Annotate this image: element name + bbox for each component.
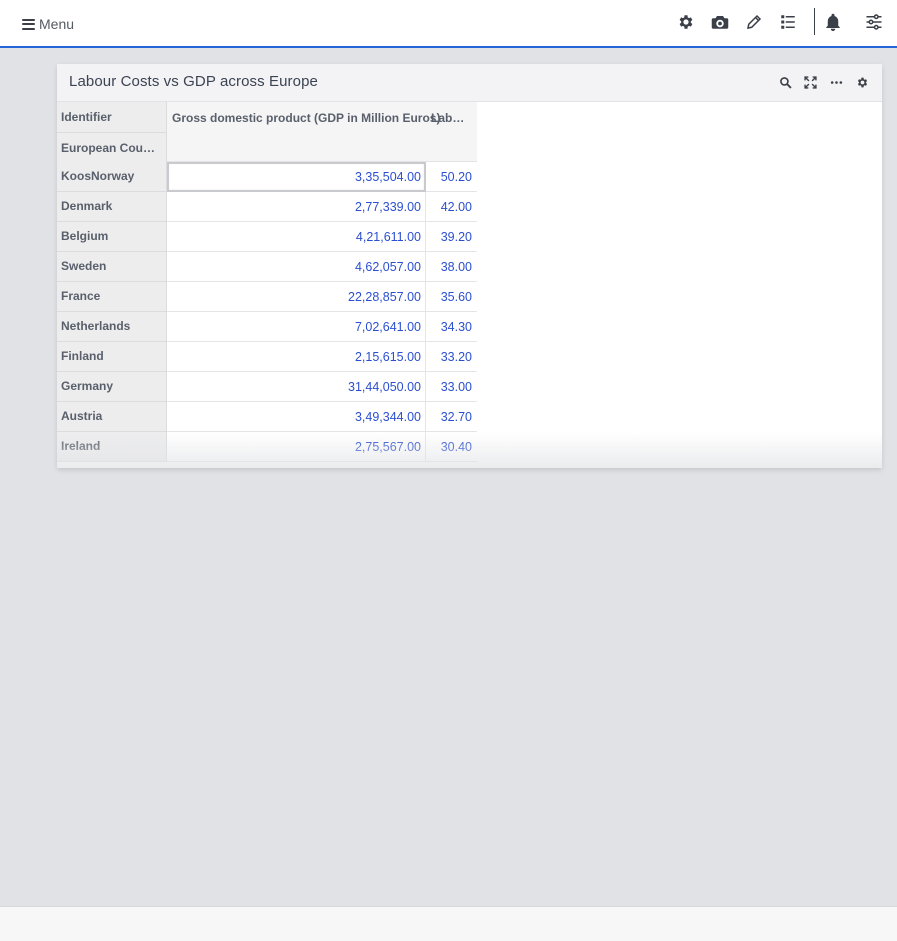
gdp-cell[interactable]: 7,02,641.00 xyxy=(167,312,426,342)
panel-header: Labour Costs vs GDP across Europe xyxy=(57,64,882,102)
bell-icon[interactable] xyxy=(822,11,844,33)
gdp-cell[interactable]: 2,75,567.00 xyxy=(167,432,426,462)
table-row[interactable]: KoosNorway 3,35,504.00 50.20 xyxy=(57,162,477,192)
labour-cost-cell[interactable]: 33.00 xyxy=(426,372,477,402)
list-icon[interactable] xyxy=(777,11,799,33)
labour-cost-cell[interactable]: 38.00 xyxy=(426,252,477,282)
row-country-label[interactable]: Ireland xyxy=(57,432,167,462)
row-country-label[interactable]: KoosNorway xyxy=(57,162,167,192)
row-header-block: Identifier European Countri… xyxy=(57,102,167,162)
table-row[interactable]: Belgium 4,21,611.00 39.20 xyxy=(57,222,477,252)
row-country-label[interactable]: Sweden xyxy=(57,252,167,282)
sliders-icon[interactable] xyxy=(863,11,885,33)
menu-button[interactable]: Menu xyxy=(22,14,74,34)
panel-title: Labour Costs vs GDP across Europe xyxy=(69,73,318,90)
bottom-bar xyxy=(0,906,897,941)
labour-cost-cell[interactable]: 42.00 xyxy=(426,192,477,222)
pencil-icon[interactable] xyxy=(743,11,765,33)
top-bar: Menu xyxy=(0,0,897,48)
identifier-header[interactable]: Identifier xyxy=(61,110,161,124)
table-row[interactable]: Sweden 4,62,057.00 38.00 xyxy=(57,252,477,282)
search-icon[interactable] xyxy=(776,73,794,91)
settings-icon[interactable] xyxy=(853,73,871,91)
gdp-cell[interactable]: 3,35,504.00 xyxy=(167,162,426,192)
table-row[interactable]: Austria 3,49,344.00 32.70 xyxy=(57,402,477,432)
camera-icon[interactable] xyxy=(709,11,731,33)
labour-cost-cell[interactable]: 50.20 xyxy=(426,162,477,192)
more-icon[interactable] xyxy=(827,73,845,91)
toolbar-separator xyxy=(814,8,815,35)
row-country-label[interactable]: Austria xyxy=(57,402,167,432)
gdp-cell[interactable]: 2,77,339.00 xyxy=(167,192,426,222)
row-country-label[interactable]: Finland xyxy=(57,342,167,372)
gdp-cell[interactable]: 2,15,615.00 xyxy=(167,342,426,372)
labour-cost-cell[interactable]: 35.60 xyxy=(426,282,477,312)
gear-icon[interactable] xyxy=(675,11,697,33)
expand-icon[interactable] xyxy=(801,73,819,91)
labour-cost-cell[interactable]: 33.20 xyxy=(426,342,477,372)
gdp-cell[interactable]: 4,21,611.00 xyxy=(167,222,426,252)
gdp-cell[interactable]: 22,28,857.00 xyxy=(167,282,426,312)
labour-cost-cell[interactable]: 32.70 xyxy=(426,402,477,432)
gdp-cell[interactable]: 31,44,050.00 xyxy=(167,372,426,402)
gdp-cell[interactable]: 4,62,057.00 xyxy=(167,252,426,282)
row-country-label[interactable]: Belgium xyxy=(57,222,167,252)
table-row[interactable]: Denmark 2,77,339.00 42.00 xyxy=(57,192,477,222)
row-country-label[interactable]: Denmark xyxy=(57,192,167,222)
row-country-label[interactable]: Netherlands xyxy=(57,312,167,342)
data-panel: Labour Costs vs GDP across Europe Identi… xyxy=(57,64,882,468)
table-row[interactable]: Netherlands 7,02,641.00 34.30 xyxy=(57,312,477,342)
gdp-cell[interactable]: 3,49,344.00 xyxy=(167,402,426,432)
row-country-label[interactable]: France xyxy=(57,282,167,312)
table-row[interactable]: Ireland 2,75,567.00 30.40 xyxy=(57,432,477,462)
menu-label: Menu xyxy=(39,16,75,32)
labour-cost-cell[interactable]: 34.30 xyxy=(426,312,477,342)
labour-cost-cell[interactable]: 30.40 xyxy=(426,432,477,462)
table-row[interactable]: France 22,28,857.00 35.60 xyxy=(57,282,477,312)
column-header-gdp[interactable]: Gross domestic product (GDP in Million E… xyxy=(172,111,440,125)
countries-header[interactable]: European Countri… xyxy=(61,141,161,155)
labour-cost-cell[interactable]: 39.20 xyxy=(426,222,477,252)
table-row[interactable]: Finland 2,15,615.00 33.20 xyxy=(57,342,477,372)
column-headers: Gross domestic product (GDP in Million E… xyxy=(167,102,477,162)
row-country-label[interactable]: Germany xyxy=(57,372,167,402)
hamburger-icon xyxy=(22,18,35,30)
column-header-labour[interactable]: Labo… xyxy=(431,111,471,125)
table-row[interactable]: Germany 31,44,050.00 33.00 xyxy=(57,372,477,402)
